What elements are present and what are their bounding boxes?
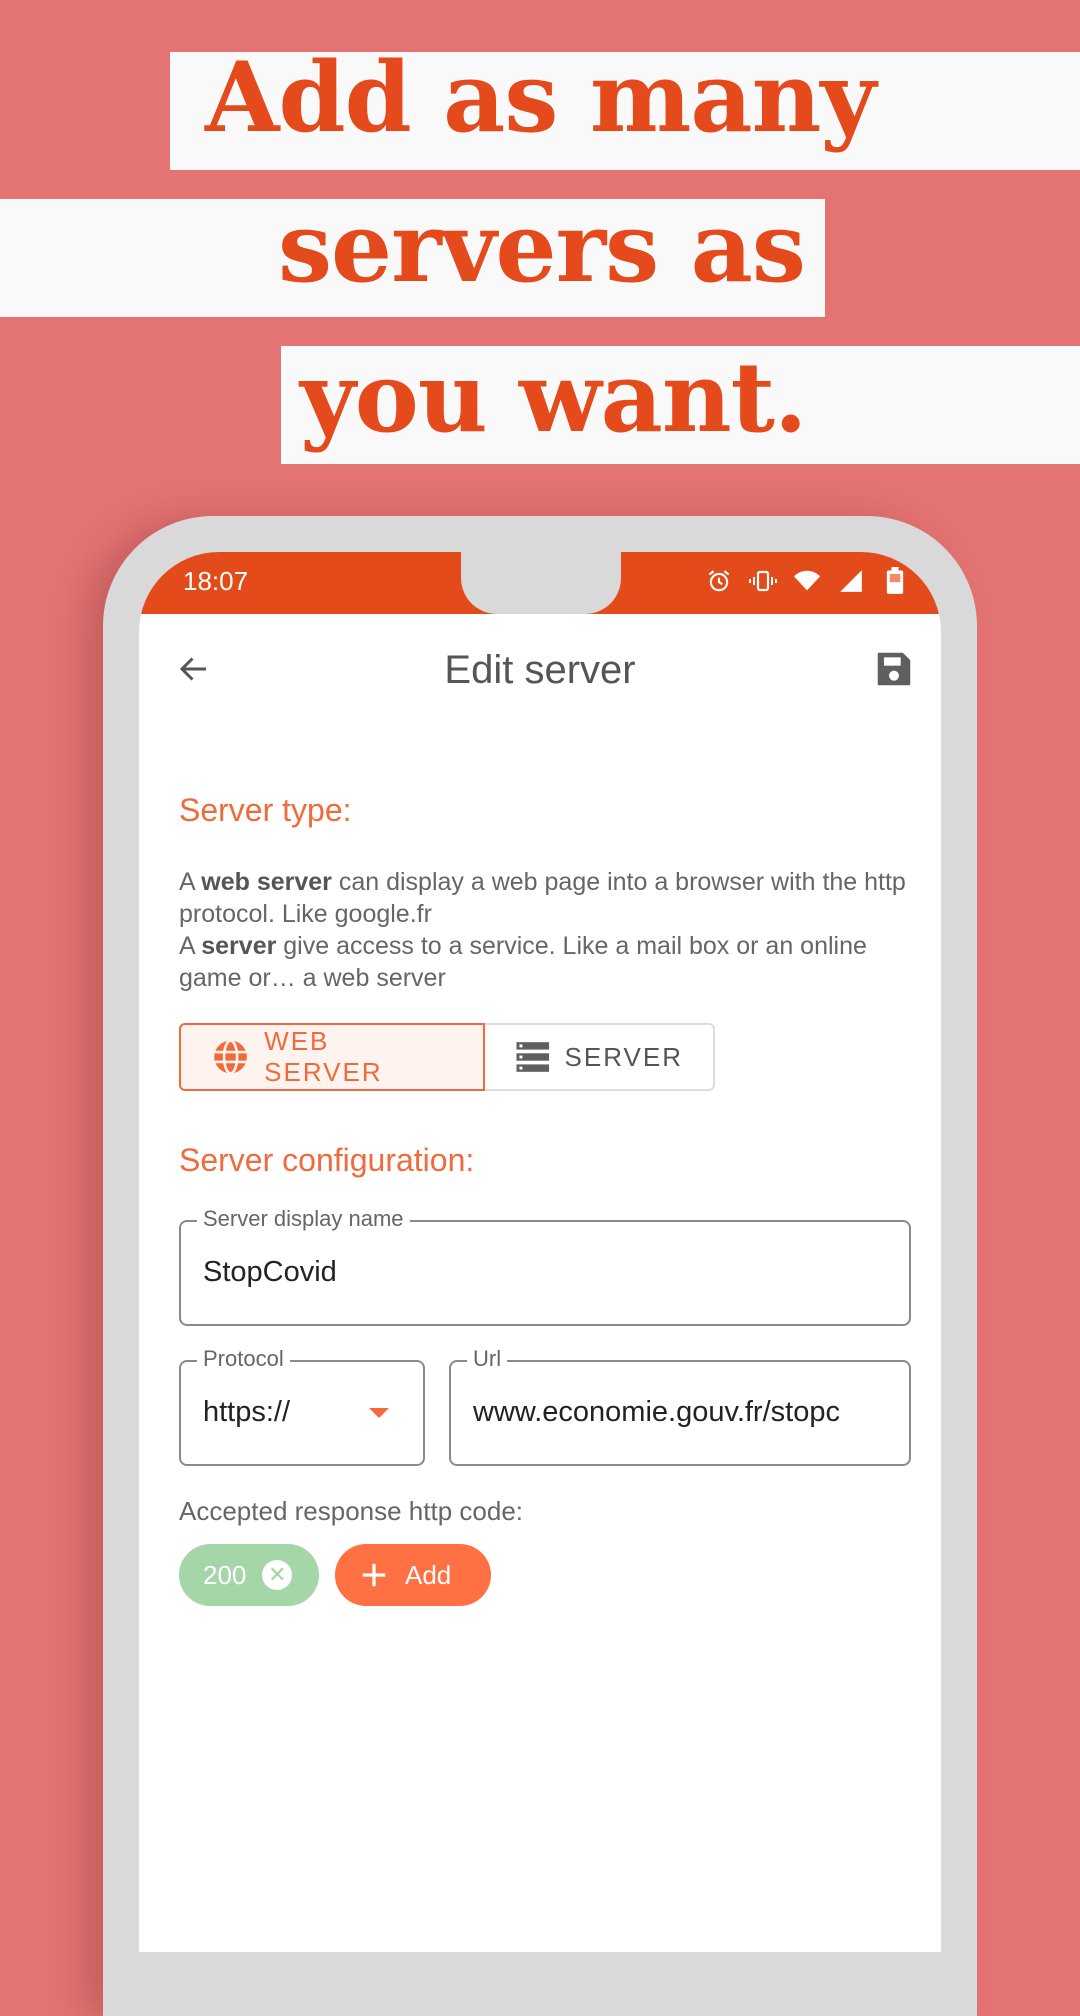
url-label: Url: [467, 1346, 508, 1372]
accepted-codes-label: Accepted response http code:: [179, 1496, 524, 1526]
toggle-server-label: SERVER: [564, 1041, 683, 1072]
server-type-heading: Server type:: [179, 792, 352, 828]
server-configuration-heading: Server configuration:: [179, 1142, 475, 1178]
app-bar: Edit server: [139, 614, 941, 730]
headline-line-3: you want.: [300, 341, 807, 454]
url-value: www.economie.gouv.fr/stopc: [473, 1396, 840, 1428]
protocol-select[interactable]: Protocol https://: [179, 1346, 425, 1466]
headline-line-2: servers as: [278, 191, 806, 304]
vibrate-icon: [749, 566, 777, 596]
code-chip[interactable]: 200 ✕: [179, 1544, 319, 1606]
accepted-codes-chips: 200 ✕ Add: [179, 1544, 491, 1606]
floppy-save-icon: [877, 652, 911, 686]
server-display-name-label: Server display name: [197, 1206, 410, 1232]
remove-chip-icon[interactable]: ✕: [262, 1560, 293, 1590]
dropdown-arrow-icon: [369, 1408, 389, 1418]
server-display-name-value: StopCovid: [203, 1256, 337, 1288]
description-paragraph-2: A server give access to a service. Like …: [179, 932, 867, 992]
protocol-label: Protocol: [197, 1346, 290, 1372]
add-code-button[interactable]: Add: [335, 1544, 491, 1606]
wifi-icon: [793, 566, 821, 596]
signal-icon: [837, 566, 865, 596]
camera-notch: [461, 552, 621, 614]
description-paragraph-1: A web server can display a web page into…: [179, 868, 906, 928]
code-chip-label: 200: [203, 1559, 247, 1590]
server-rack-icon: [516, 1042, 550, 1072]
headline-line-1: Add as many: [205, 41, 876, 154]
server-display-name-field[interactable]: Server display name StopCovid: [179, 1206, 911, 1326]
status-time: 18:07: [183, 566, 249, 596]
url-field[interactable]: Url www.economie.gouv.fr/stopc: [449, 1346, 911, 1466]
toggle-server[interactable]: SERVER: [485, 1023, 715, 1091]
save-button[interactable]: [873, 648, 915, 690]
page-title: Edit server: [444, 648, 636, 692]
plus-icon: [362, 1563, 386, 1587]
phone-screen: 18:07 Edit server Server type: A web ser…: [139, 552, 941, 1952]
alarm-icon: [705, 566, 733, 596]
add-code-label: Add: [405, 1559, 452, 1590]
protocol-value: https://: [203, 1396, 291, 1428]
server-type-description: A web server can display a web page into…: [179, 866, 909, 994]
toggle-web-server-label: WEB SERVER: [264, 1026, 383, 1087]
battery-icon: [881, 566, 909, 596]
globe-icon: [214, 1039, 247, 1075]
toggle-web-server[interactable]: WEB SERVER: [179, 1023, 485, 1091]
server-type-toggle: WEB SERVER SERVER: [179, 1023, 715, 1093]
